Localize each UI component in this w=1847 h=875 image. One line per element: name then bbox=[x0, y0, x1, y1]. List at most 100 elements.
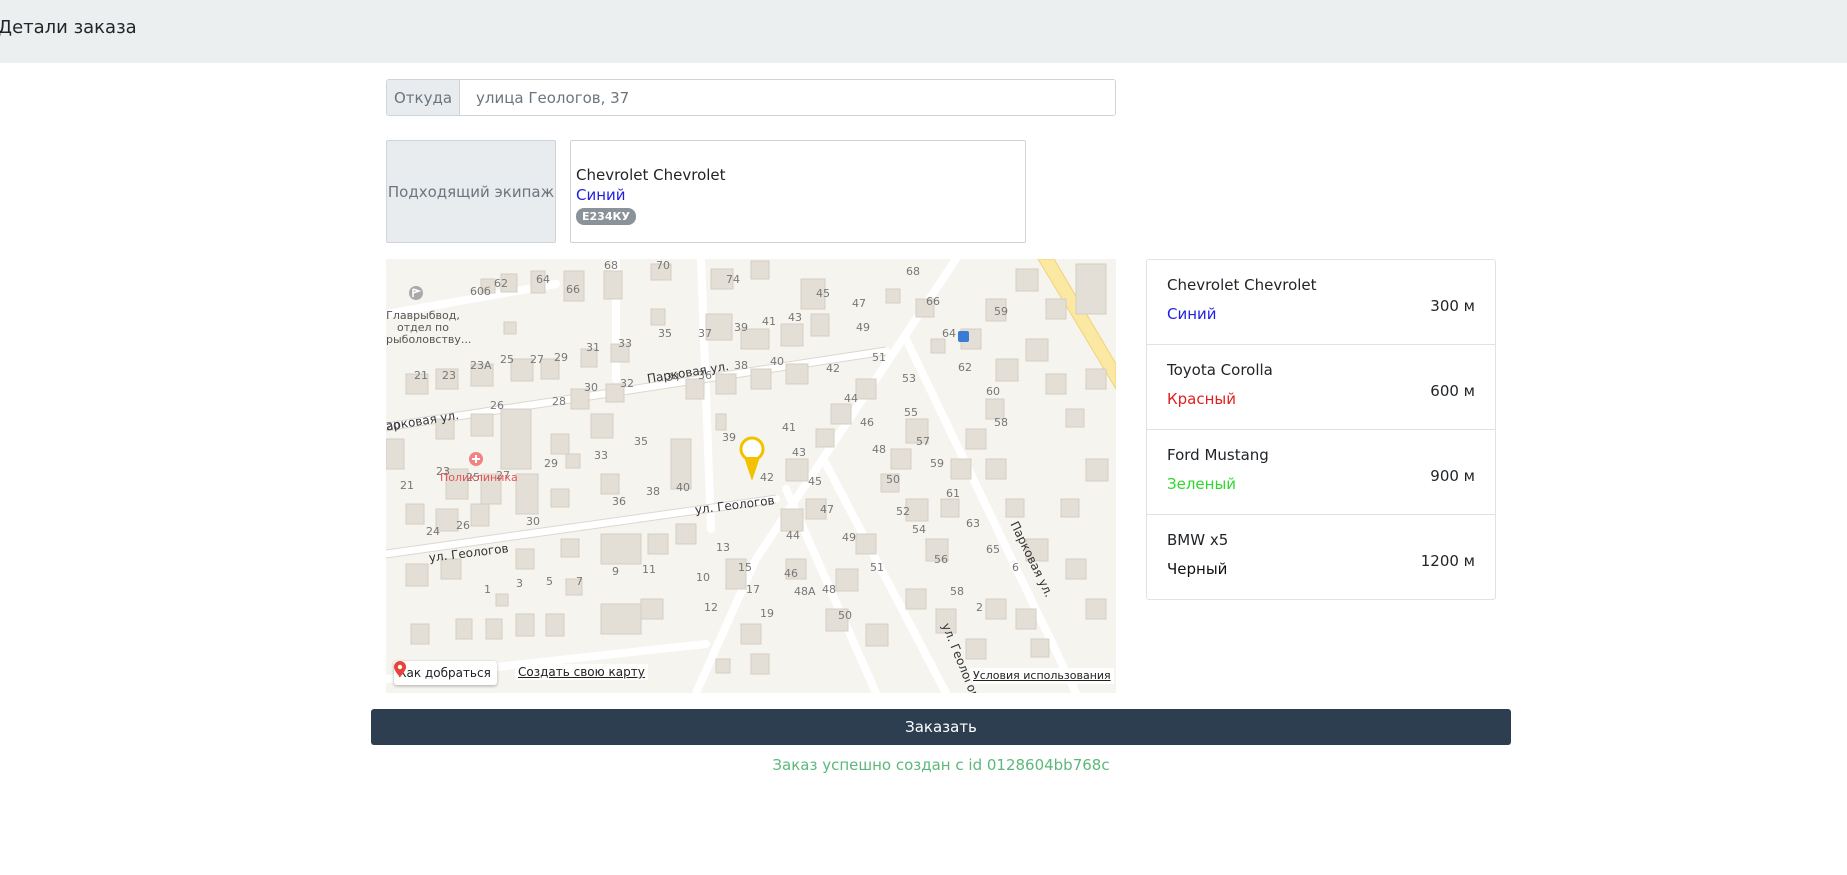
svg-text:6: 6 bbox=[1012, 561, 1019, 574]
page-title: Детали заказа bbox=[0, 17, 137, 38]
terms-link[interactable]: Условия использования bbox=[970, 668, 1114, 684]
svg-text:68: 68 bbox=[604, 259, 618, 272]
svg-text:60: 60 bbox=[986, 385, 1000, 398]
route-button[interactable]: Как добраться bbox=[394, 661, 497, 685]
svg-text:62: 62 bbox=[494, 277, 508, 290]
svg-text:35: 35 bbox=[634, 435, 648, 448]
svg-text:45: 45 bbox=[816, 287, 830, 300]
svg-text:51: 51 bbox=[872, 351, 886, 364]
svg-text:64: 64 bbox=[536, 273, 550, 286]
svg-text:48: 48 bbox=[872, 443, 886, 456]
crew-list-item-color: Красный bbox=[1167, 390, 1237, 408]
svg-text:50: 50 bbox=[838, 609, 852, 622]
status-message: Заказ успешно создан с id 0128604bb768c bbox=[772, 756, 1110, 774]
svg-text:17: 17 bbox=[746, 583, 760, 596]
poi-label-fish: Главрыбвод, отдел по рыболовству... bbox=[386, 310, 472, 346]
svg-text:52: 52 bbox=[896, 505, 910, 518]
svg-text:47: 47 bbox=[820, 503, 834, 516]
svg-text:46: 46 bbox=[860, 416, 874, 429]
poi-fish-line3: рыболовству... bbox=[386, 333, 472, 346]
svg-text:54: 54 bbox=[912, 523, 926, 536]
svg-text:60б: 60б bbox=[470, 285, 491, 298]
svg-text:40: 40 bbox=[676, 481, 690, 494]
svg-text:50: 50 bbox=[886, 473, 900, 486]
crew-list-item-distance: 600 м bbox=[1430, 382, 1475, 400]
crew-list-item-distance: 300 м bbox=[1430, 297, 1475, 315]
svg-text:38: 38 bbox=[646, 485, 660, 498]
svg-text:62: 62 bbox=[958, 361, 972, 374]
svg-text:11: 11 bbox=[642, 563, 656, 576]
svg-text:29: 29 bbox=[554, 351, 568, 364]
from-label: Откуда bbox=[387, 80, 460, 115]
crew-list-item-color: Черный bbox=[1167, 560, 1228, 578]
svg-text:58: 58 bbox=[994, 416, 1008, 429]
order-button[interactable]: Заказать bbox=[371, 709, 1511, 745]
svg-text:33: 33 bbox=[594, 449, 608, 462]
crew-plate-badge: Е234КУ bbox=[576, 208, 636, 225]
svg-text:21: 21 bbox=[400, 479, 414, 492]
svg-text:32: 32 bbox=[620, 377, 634, 390]
poi-label-clinic: Поликлиника bbox=[440, 471, 518, 484]
svg-text:12: 12 bbox=[704, 601, 718, 614]
svg-text:66: 66 bbox=[926, 295, 940, 308]
svg-text:10: 10 bbox=[696, 571, 710, 584]
svg-text:39: 39 bbox=[722, 431, 736, 444]
suitable-crew-card: Chevrolet Chevrolet Синий Е234КУ bbox=[570, 140, 1026, 243]
svg-text:41: 41 bbox=[782, 421, 796, 434]
svg-text:53: 53 bbox=[902, 372, 916, 385]
svg-text:58: 58 bbox=[950, 585, 964, 598]
svg-text:31: 31 bbox=[586, 341, 600, 354]
crew-list-item-color: Синий bbox=[1167, 305, 1217, 323]
svg-text:9: 9 bbox=[612, 565, 619, 578]
svg-text:48А: 48А bbox=[794, 585, 816, 598]
crew-list-item[interactable]: Chevrolet Chevrolet Синий 300 м bbox=[1147, 260, 1495, 345]
svg-text:47: 47 bbox=[852, 297, 866, 310]
svg-text:39: 39 bbox=[734, 321, 748, 334]
svg-text:70: 70 bbox=[656, 259, 670, 272]
crew-list-item[interactable]: Ford Mustang Зеленый 900 м bbox=[1147, 430, 1495, 515]
svg-text:24: 24 bbox=[426, 525, 440, 538]
crew-list-item-name: Chevrolet Chevrolet bbox=[1167, 276, 1317, 294]
svg-text:13: 13 bbox=[716, 541, 730, 554]
svg-text:23А: 23А bbox=[470, 359, 492, 372]
svg-text:15: 15 bbox=[738, 561, 752, 574]
svg-text:37: 37 bbox=[698, 327, 712, 340]
svg-text:42: 42 bbox=[760, 471, 774, 484]
top-bar: Детали заказа bbox=[0, 0, 1847, 63]
crew-list-item[interactable]: Toyota Corolla Красный 600 м bbox=[1147, 345, 1495, 430]
crew-list-item-name: BMW x5 bbox=[1167, 531, 1229, 549]
svg-text:40: 40 bbox=[770, 355, 784, 368]
svg-text:1: 1 bbox=[484, 583, 491, 596]
crew-car-name: Chevrolet Chevrolet bbox=[576, 166, 726, 184]
svg-text:45: 45 bbox=[808, 475, 822, 488]
crew-list-item-distance: 900 м bbox=[1430, 467, 1475, 485]
from-address-group: Откуда bbox=[386, 79, 1116, 116]
crew-list-item-distance: 1200 м bbox=[1420, 552, 1475, 570]
svg-text:63: 63 bbox=[966, 517, 980, 530]
map[interactable]: 60б 62 64 66 68 70 74 45 47 68 66 59 35 37 39 41 43… bbox=[386, 259, 1116, 693]
svg-text:49: 49 bbox=[842, 531, 856, 544]
create-map-link[interactable]: Создать свою карту bbox=[515, 664, 648, 680]
crew-list-item-name: Ford Mustang bbox=[1167, 446, 1269, 464]
svg-text:44: 44 bbox=[844, 392, 858, 405]
svg-text:49: 49 bbox=[856, 321, 870, 334]
svg-text:30: 30 bbox=[584, 381, 598, 394]
svg-text:19: 19 bbox=[760, 607, 774, 620]
svg-text:35: 35 bbox=[658, 327, 672, 340]
svg-text:25: 25 bbox=[500, 353, 514, 366]
svg-text:48: 48 bbox=[822, 583, 836, 596]
svg-text:26: 26 bbox=[490, 399, 504, 412]
svg-text:38: 38 bbox=[734, 359, 748, 372]
svg-text:64: 64 bbox=[942, 327, 956, 340]
svg-text:3: 3 bbox=[516, 577, 523, 590]
svg-text:68: 68 bbox=[906, 265, 920, 278]
svg-text:36: 36 bbox=[612, 495, 626, 508]
svg-text:74: 74 bbox=[726, 273, 740, 286]
crew-car-color: Синий bbox=[576, 186, 626, 204]
crew-list-item[interactable]: BMW x5 Черный 1200 м bbox=[1147, 515, 1495, 600]
from-address-input[interactable] bbox=[460, 80, 1115, 115]
svg-text:28: 28 bbox=[552, 395, 566, 408]
crew-list-item-color: Зеленый bbox=[1167, 475, 1237, 493]
svg-text:59: 59 bbox=[930, 457, 944, 470]
svg-text:61: 61 bbox=[946, 487, 960, 500]
